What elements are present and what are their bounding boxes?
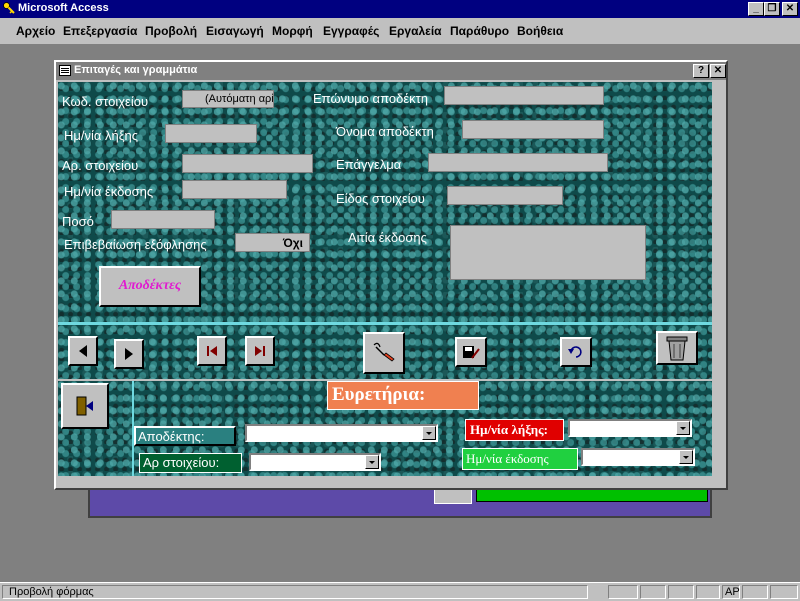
due-date-index-label: Ημ/νία λήξης: xyxy=(465,419,564,441)
status-indicator-3 xyxy=(668,585,694,599)
last-record-button[interactable] xyxy=(245,336,275,366)
exit-button[interactable] xyxy=(61,383,109,429)
minimize-button[interactable]: _ xyxy=(748,2,764,16)
due-date-label: Ημ/νία λήξης xyxy=(64,128,139,143)
status-indicator-5 xyxy=(742,585,768,599)
number-field[interactable] xyxy=(182,154,313,173)
restore-button[interactable]: ❐ xyxy=(764,2,780,16)
menu-help[interactable]: Βοήθεια xyxy=(517,24,563,38)
last-record-icon xyxy=(255,346,265,356)
menu-records[interactable]: Εγγραφές xyxy=(323,24,379,38)
previous-record-button[interactable] xyxy=(68,336,98,366)
surname-field[interactable] xyxy=(444,86,604,105)
code-field[interactable]: (Αυτόματη αρί xyxy=(182,90,274,108)
name-field[interactable] xyxy=(462,120,604,139)
issue-date-index-combo[interactable] xyxy=(581,448,695,466)
edit-record-button[interactable] xyxy=(363,332,405,374)
number-index-combo[interactable] xyxy=(249,453,381,471)
form-title-bar: Επιταγές και γραμμάτια ? ✕ xyxy=(56,62,726,80)
amount-field[interactable] xyxy=(111,210,215,229)
job-field[interactable] xyxy=(428,153,608,172)
name-label: Όνομα αποδέκτη xyxy=(336,124,434,139)
delete-record-button[interactable] xyxy=(656,331,698,365)
menu-insert[interactable]: Εισαγωγή xyxy=(206,24,264,38)
pencil-icon xyxy=(373,342,395,362)
trash-icon xyxy=(666,336,688,361)
status-text: Προβολή φόρμας xyxy=(2,585,588,599)
form-icon xyxy=(59,65,71,76)
due-date-field[interactable] xyxy=(165,124,257,143)
menu-file[interactable]: Αρχείο xyxy=(16,24,55,38)
issue-date-index-label: Ημ/νία έκδοσης xyxy=(462,448,578,470)
reason-label: Αιτία έκδοσης xyxy=(348,230,427,245)
surname-label: Επώνυμο αποδέκτη xyxy=(313,91,428,106)
recipients-button[interactable]: Αποδέκτες xyxy=(99,266,201,307)
status-mode: ΑΡ xyxy=(722,585,740,599)
save-record-button[interactable] xyxy=(455,337,487,367)
indexes-panel: Ευρετήρια: Αποδέκτης: Αρ στοιχείου: Ημ/ν… xyxy=(134,381,712,476)
menu-tools[interactable]: Εργαλεία xyxy=(389,24,442,38)
reason-field[interactable] xyxy=(450,225,646,280)
app-title: Microsoft Access xyxy=(18,2,109,14)
close-button[interactable]: ✕ xyxy=(782,2,798,16)
undo-button[interactable] xyxy=(560,337,592,367)
status-indicator-2 xyxy=(640,585,666,599)
menu-format[interactable]: Μορφή xyxy=(272,24,313,38)
status-indicator-1 xyxy=(608,585,638,599)
form-close-button[interactable]: ✕ xyxy=(710,64,726,78)
form-window: Επιταγές και γραμμάτια ? ✕ Κωδ. στοιχείο… xyxy=(54,60,728,490)
help-button[interactable]: ? xyxy=(693,64,709,78)
issue-date-field[interactable] xyxy=(182,180,287,199)
arrow-left-icon xyxy=(79,345,87,357)
navigation-panel xyxy=(58,325,712,379)
undo-icon xyxy=(568,346,582,358)
first-record-icon xyxy=(207,346,217,356)
chevron-down-icon[interactable] xyxy=(422,426,436,440)
menu-bar: Αρχείο Επεξεργασία Προβολή Εισαγωγή Μορφ… xyxy=(0,18,800,45)
menu-window[interactable]: Παράθυρο xyxy=(450,24,509,38)
exit-door-icon xyxy=(76,396,93,416)
type-label: Είδος στοιχείου xyxy=(336,191,425,206)
status-indicator-4 xyxy=(696,585,720,599)
status-bar: Προβολή φόρμας ΑΡ xyxy=(0,582,800,601)
chevron-down-icon[interactable] xyxy=(676,421,690,435)
job-label: Επάγγελμα xyxy=(336,157,402,172)
chevron-down-icon[interactable] xyxy=(679,450,693,464)
paid-label: Επιβεβαίωση εξόφλησης xyxy=(64,237,207,252)
key-icon xyxy=(3,2,15,14)
type-field[interactable] xyxy=(447,186,563,205)
next-record-button[interactable] xyxy=(114,339,144,369)
menu-edit[interactable]: Επεξεργασία xyxy=(63,24,137,38)
exit-panel xyxy=(58,381,132,476)
app-title-bar: Microsoft Access _ ❐ ✕ xyxy=(0,0,800,18)
record-panel: Κωδ. στοιχείου (Αυτόματη αρί Ημ/νία λήξη… xyxy=(58,82,712,325)
due-date-index-combo[interactable] xyxy=(568,419,692,437)
menu-view[interactable]: Προβολή xyxy=(145,24,197,38)
amount-label: Ποσό xyxy=(62,214,94,229)
recipient-index-label: Αποδέκτης: xyxy=(134,426,236,446)
form-title: Επιταγές και γραμμάτια xyxy=(74,64,198,76)
arrow-right-icon xyxy=(125,348,133,360)
indexes-title: Ευρετήρια: xyxy=(327,381,479,410)
chevron-down-icon[interactable] xyxy=(365,455,379,469)
code-label: Κωδ. στοιχείου xyxy=(62,94,149,109)
save-icon xyxy=(463,346,480,359)
number-index-label: Αρ στοιχείου: xyxy=(139,453,242,473)
status-indicator-6 xyxy=(770,585,798,599)
paid-field[interactable]: Όχι xyxy=(235,233,310,252)
first-record-button[interactable] xyxy=(197,336,227,366)
recipient-index-combo[interactable] xyxy=(245,424,438,442)
issue-date-label: Ημ/νία έκδοσης xyxy=(64,184,154,199)
number-label: Αρ. στοιχείου xyxy=(62,158,139,173)
